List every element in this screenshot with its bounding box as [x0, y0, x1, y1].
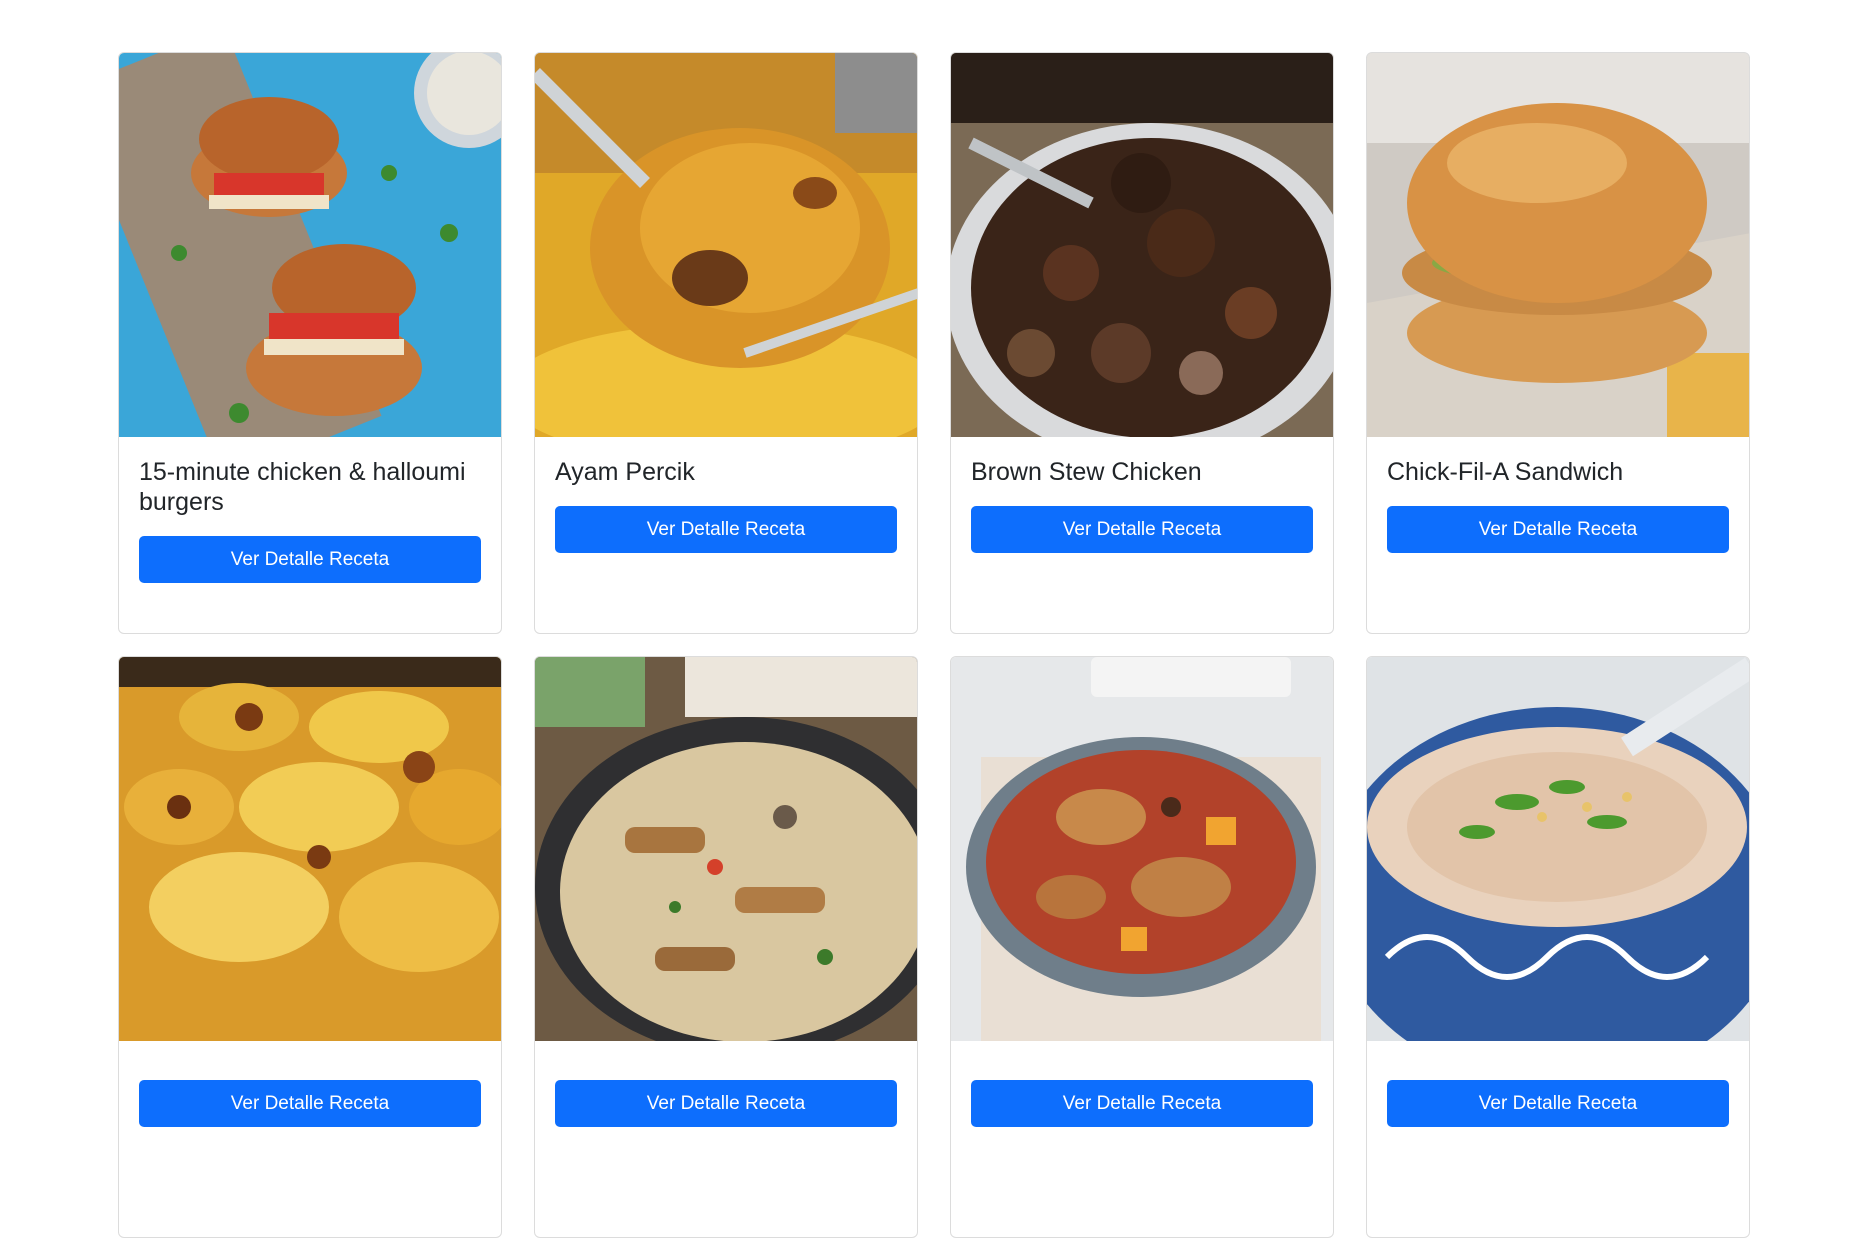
view-recipe-button[interactable]: Ver Detalle Receta	[139, 1080, 481, 1127]
recipe-image	[535, 657, 917, 1041]
potato-gratin-photo	[119, 657, 501, 1041]
recipe-grid: 15-minute chicken & halloumi burgers Ver…	[118, 52, 1754, 1238]
recipe-card: Ver Detalle Receta	[1366, 656, 1750, 1238]
recipe-image	[1367, 657, 1749, 1041]
recipe-card: Ver Detalle Receta	[534, 656, 918, 1238]
congee-bowl-photo	[1367, 657, 1749, 1041]
recipe-title: Ayam Percik	[555, 458, 695, 486]
view-recipe-button[interactable]: Ver Detalle Receta	[971, 1080, 1313, 1127]
chicken-halloumi-burgers-photo	[119, 53, 501, 437]
recipe-image	[951, 53, 1333, 437]
chick-fil-a-sandwich-photo	[1367, 53, 1749, 437]
view-recipe-button[interactable]: Ver Detalle Receta	[1387, 1080, 1729, 1127]
recipe-image	[535, 53, 917, 437]
recipe-image	[951, 657, 1333, 1041]
recipe-image	[119, 53, 501, 437]
recipe-image	[119, 657, 501, 1041]
recipe-title: Chick-Fil-A Sandwich	[1387, 458, 1624, 486]
recipe-title: Brown Stew Chicken	[971, 458, 1202, 486]
ayam-percik-photo	[535, 53, 917, 437]
recipe-card: Ver Detalle Receta	[950, 656, 1334, 1238]
view-recipe-button[interactable]: Ver Detalle Receta	[1387, 506, 1729, 553]
recipe-card: 15-minute chicken & halloumi burgers Ver…	[118, 52, 502, 634]
brown-stew-chicken-photo	[951, 53, 1333, 437]
view-recipe-button[interactable]: Ver Detalle Receta	[971, 506, 1313, 553]
recipe-title: 15-minute chicken & halloumi burgers	[139, 458, 466, 516]
recipe-card: Ayam Percik Ver Detalle Receta	[534, 52, 918, 634]
recipe-card: Brown Stew Chicken Ver Detalle Receta	[950, 52, 1334, 634]
view-recipe-button[interactable]: Ver Detalle Receta	[139, 536, 481, 583]
view-recipe-button[interactable]: Ver Detalle Receta	[555, 1080, 897, 1127]
chicken-pasta-skillet-photo	[535, 657, 917, 1041]
recipe-card: Ver Detalle Receta	[118, 656, 502, 1238]
recipe-card: Chick-Fil-A Sandwich Ver Detalle Receta	[1366, 52, 1750, 634]
view-recipe-button[interactable]: Ver Detalle Receta	[555, 506, 897, 553]
recipe-image	[1367, 53, 1749, 437]
chicken-rice-casserole-photo	[951, 657, 1333, 1041]
